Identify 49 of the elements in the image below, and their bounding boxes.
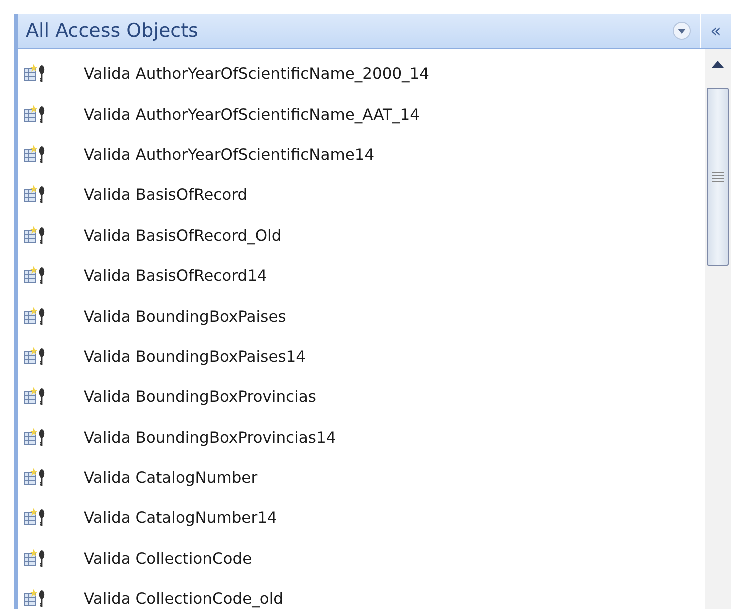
- table-key-icon: [24, 306, 46, 327]
- object-item[interactable]: Valida CatalogNumber14: [18, 498, 705, 539]
- table-key-icon: [24, 428, 46, 448]
- grip-icon: [712, 172, 724, 182]
- object-item[interactable]: Valida BasisOfRecord_Old: [18, 216, 705, 256]
- object-label: Valida BoundingBoxPaises14: [84, 348, 306, 366]
- object-item[interactable]: Valida AuthorYearOfScientificName_2000_14: [18, 54, 705, 94]
- object-label: Valida CatalogNumber14: [84, 509, 278, 528]
- object-item[interactable]: Valida BoundingBoxPaises14: [18, 336, 705, 378]
- object-label: Valida CollectionCode_old: [84, 590, 284, 608]
- object-label: Valida BoundingBoxProvincias: [84, 388, 316, 406]
- pane-title: All Access Objects: [25, 20, 200, 42]
- object-item[interactable]: Valida CollectionCode_old: [18, 579, 705, 609]
- object-label: Valida BoundingBoxPaises: [84, 308, 286, 326]
- object-label: Valida CatalogNumber: [84, 469, 258, 488]
- object-label: Valida BasisOfRecord14: [84, 267, 268, 286]
- object-label: Valida AuthorYearOfScientificName_2000_14: [84, 65, 430, 84]
- table-key-icon: [24, 64, 46, 84]
- object-label: Valida AuthorYearOfScientificName_AAT_14: [84, 106, 420, 124]
- object-item[interactable]: Valida BasisOfRecord14: [18, 256, 705, 296]
- object-label: Valida BasisOfRecord_Old: [84, 226, 282, 245]
- object-item[interactable]: Valida BoundingBoxProvincias14: [18, 418, 705, 458]
- table-key-icon: [24, 548, 46, 569]
- object-item[interactable]: Valida BoundingBoxPaises: [18, 296, 705, 337]
- table-key-icon: [24, 226, 46, 246]
- table-key-icon: [24, 185, 46, 206]
- table-key-icon: [24, 104, 46, 125]
- table-key-icon: [24, 144, 46, 165]
- scrollbar[interactable]: [705, 49, 731, 609]
- scroll-up-arrow-icon[interactable]: [711, 59, 725, 69]
- object-item[interactable]: Valida AuthorYearOfScientificName14: [18, 134, 705, 176]
- table-key-icon: [24, 589, 46, 609]
- object-item[interactable]: Valida BasisOfRecord: [18, 175, 705, 216]
- table-key-icon: [24, 468, 46, 488]
- table-key-icon: [24, 346, 46, 367]
- collapse-button[interactable]: «: [700, 14, 731, 48]
- object-label: Valida BasisOfRecord: [84, 186, 248, 204]
- scrollbar-thumb[interactable]: [707, 88, 729, 266]
- table-key-icon: [24, 508, 46, 528]
- table-key-icon: [24, 387, 46, 408]
- object-item[interactable]: Valida CatalogNumber: [18, 458, 705, 498]
- object-label: Valida AuthorYearOfScientificName14: [84, 146, 375, 164]
- object-item[interactable]: Valida CollectionCode: [18, 538, 705, 580]
- dropdown-icon[interactable]: [672, 21, 692, 41]
- object-item[interactable]: Valida AuthorYearOfScientificName_AAT_14: [18, 94, 705, 135]
- table-key-icon: [24, 266, 46, 286]
- object-item[interactable]: Valida BoundingBoxProvincias: [18, 377, 705, 418]
- object-label: Valida CollectionCode: [84, 550, 252, 568]
- object-label: Valida BoundingBoxProvincias14: [84, 428, 336, 447]
